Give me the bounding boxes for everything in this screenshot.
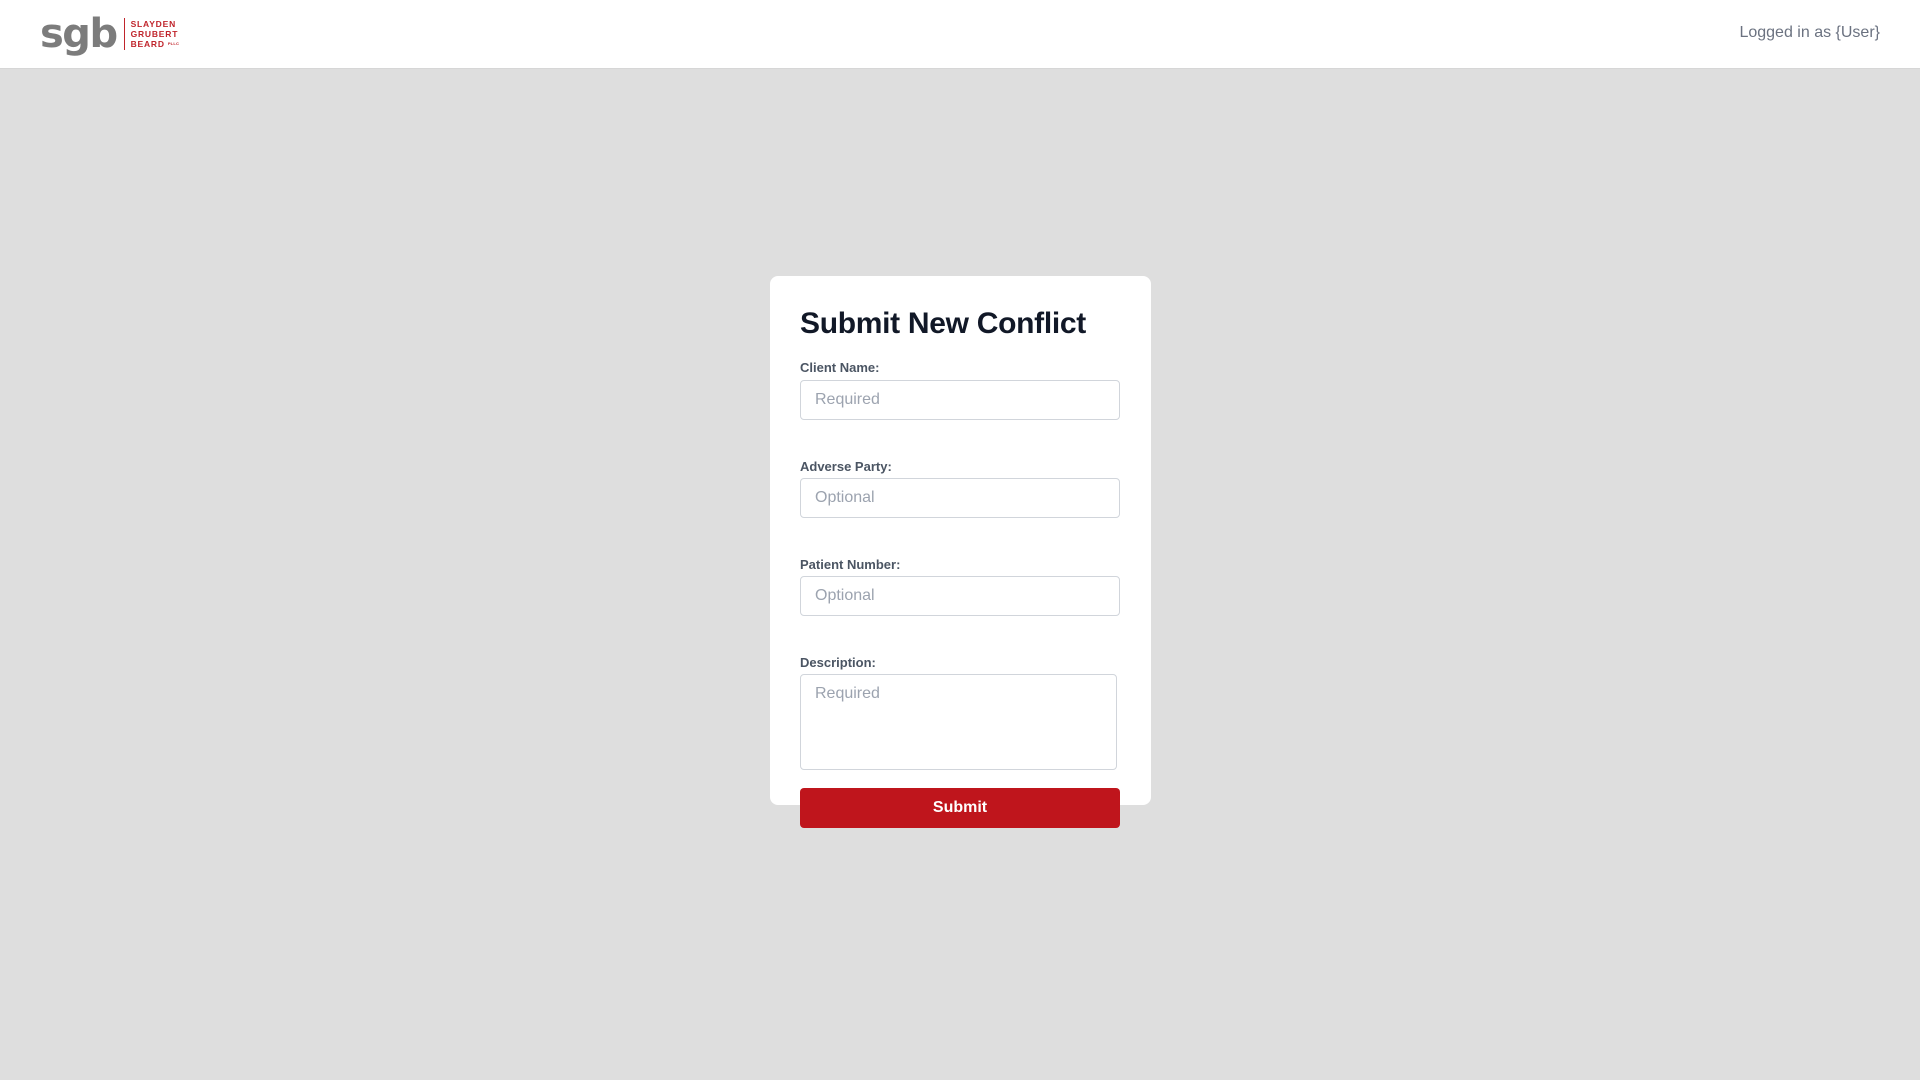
client-name-input[interactable] xyxy=(800,380,1120,420)
top-bar: sgb SLAYDEN GRUBERT BEARD PLLC Logged in … xyxy=(0,0,1920,69)
client-name-label: Client Name: xyxy=(800,360,880,375)
logged-in-user-label: Logged in as {User} xyxy=(1739,24,1880,41)
logo-suffix: PLLC xyxy=(167,41,180,47)
submit-conflict-card: Submit New Conflict Client Name: Adverse… xyxy=(770,276,1151,828)
logo-line-3-row: BEARD PLLC xyxy=(131,39,179,50)
logo-divider xyxy=(123,18,125,50)
description-label: Description: xyxy=(800,655,876,670)
description-textarea[interactable] xyxy=(800,674,1117,770)
form-title: Submit New Conflict xyxy=(800,307,1086,340)
logo-line-1: SLAYDEN xyxy=(130,18,177,29)
firm-logo: sgb SLAYDEN GRUBERT BEARD PLLC xyxy=(40,12,179,56)
adverse-party-label: Adverse Party: xyxy=(800,459,892,474)
logo-wordmark: SLAYDEN GRUBERT BEARD PLLC xyxy=(131,19,179,50)
patient-number-input[interactable] xyxy=(800,576,1120,616)
submit-button[interactable]: Submit xyxy=(800,788,1120,828)
patient-number-label: Patient Number: xyxy=(800,557,901,572)
adverse-party-input[interactable] xyxy=(800,478,1120,518)
logo-line-3: BEARD xyxy=(130,38,165,49)
logo-line-2: GRUBERT xyxy=(130,28,179,39)
logo-mark: sgb xyxy=(40,11,118,57)
